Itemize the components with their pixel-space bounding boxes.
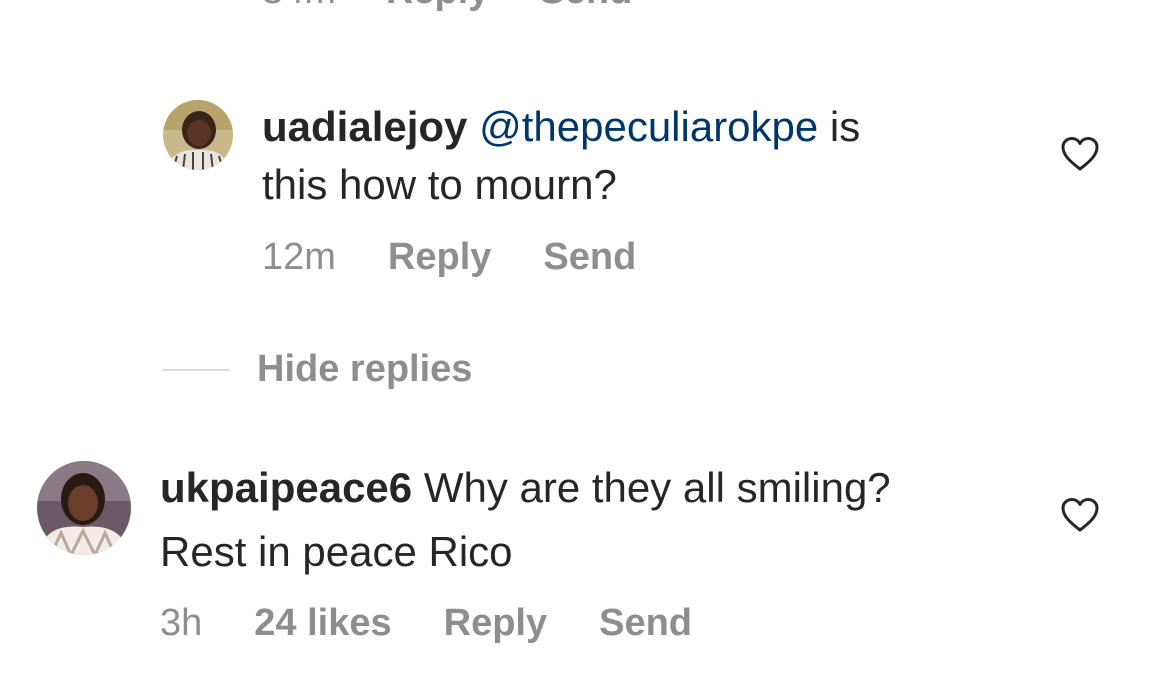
reply-comment-body: uadialejoy @thepeculiarokpe is this how … [262, 98, 1042, 214]
mention-link[interactable]: @thepeculiarokpe [479, 103, 818, 150]
comment-text-line: Rest in peace Rico [160, 528, 513, 575]
comment-username[interactable]: uadialejoy [262, 103, 467, 150]
previous-send-button[interactable]: Send [539, 0, 632, 13]
avatar[interactable] [163, 100, 233, 170]
main-comment-meta: 3h 24 likes Reply Send [160, 602, 692, 645]
reply-button[interactable]: Reply [444, 602, 547, 645]
send-button[interactable]: Send [599, 602, 692, 645]
heart-outline-icon [1061, 498, 1099, 532]
avatar-photo [163, 100, 233, 170]
hide-replies-button[interactable]: Hide replies [257, 348, 472, 391]
comment-text: Why are they all smiling? [412, 464, 891, 511]
previous-comment-time: 34m [262, 0, 336, 13]
main-comment-line-1: ukpaipeace6 Why are they all smiling? [160, 456, 1040, 520]
comment-time: 3h [160, 602, 203, 644]
comment-time: 12m [262, 236, 336, 278]
likes-count[interactable]: 24 likes [254, 602, 391, 645]
comment-username[interactable]: ukpaipeace6 [160, 464, 412, 511]
previous-reply-button[interactable]: Reply [386, 0, 489, 13]
comment-text-line: this how to mourn? [262, 161, 617, 208]
reply-comment-meta: 12m Reply Send [262, 236, 636, 279]
reply-button[interactable]: Reply [388, 236, 491, 279]
like-button[interactable] [1060, 497, 1100, 533]
main-comment-body: ukpaipeace6 Why are they all smiling? Re… [160, 456, 1040, 584]
previous-comment-meta: 34m Reply Send [262, 0, 632, 13]
reply-comment-line-1: uadialejoy @thepeculiarokpe is [262, 98, 1042, 156]
avatar-photo [37, 461, 131, 555]
avatar[interactable] [37, 461, 131, 555]
like-button[interactable] [1060, 136, 1100, 172]
hide-replies-divider [162, 369, 230, 371]
send-button[interactable]: Send [543, 236, 636, 279]
comment-text: is [818, 103, 861, 150]
heart-outline-icon [1061, 137, 1099, 171]
